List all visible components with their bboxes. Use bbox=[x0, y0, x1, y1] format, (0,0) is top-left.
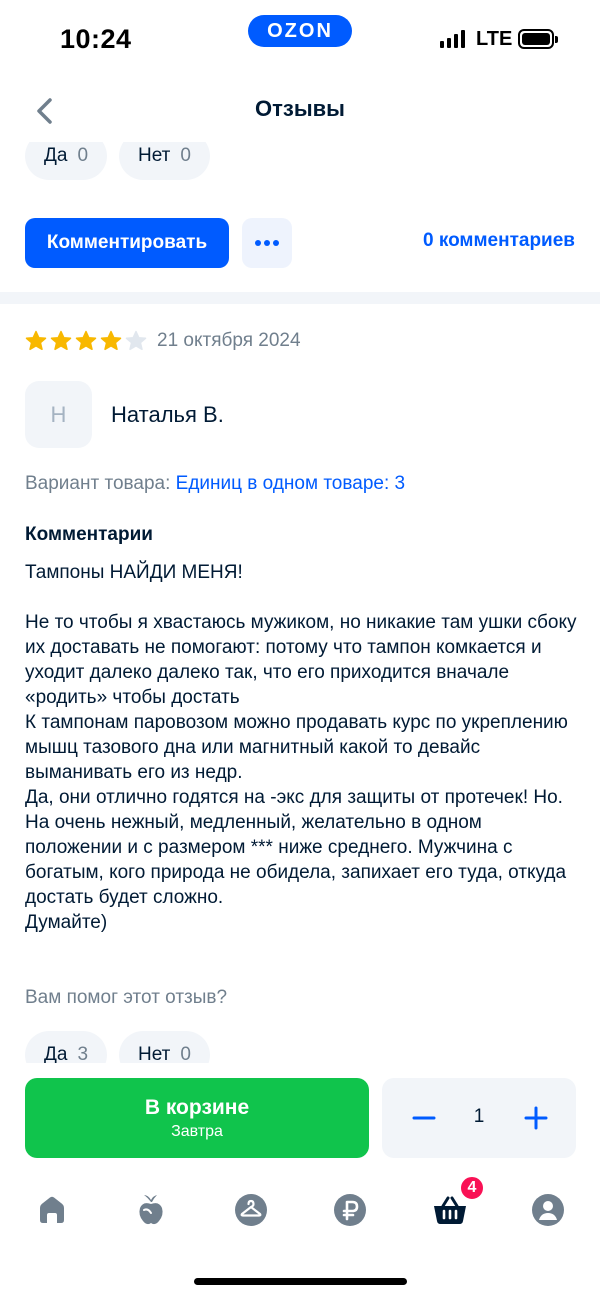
comment-button[interactable]: Комментировать bbox=[25, 218, 229, 268]
cart-icon bbox=[434, 1196, 466, 1224]
review-text: Тампоны НАЙДИ МЕНЯ! Не то чтобы я хваста… bbox=[25, 562, 577, 933]
star-filled-icon bbox=[100, 330, 122, 351]
status-time: 10:24 bbox=[60, 24, 132, 54]
star-empty-icon bbox=[125, 330, 147, 351]
review-rating-row: 21 октября 2024 bbox=[25, 330, 301, 352]
vote-yes-count: 0 bbox=[77, 145, 89, 166]
variant-label: Вариант товара: bbox=[25, 473, 171, 494]
more-button[interactable] bbox=[242, 218, 292, 268]
cart-badge: 4 bbox=[459, 1175, 485, 1201]
author-name: Наталья В. bbox=[111, 401, 224, 427]
comments-heading: Комментарии bbox=[25, 524, 153, 545]
in-cart-label: В корзине bbox=[144, 1095, 250, 1119]
buy-bar: В корзине Завтра 1 bbox=[0, 1063, 600, 1297]
vote-no-count: 0 bbox=[180, 145, 191, 166]
delivery-label: Завтра bbox=[171, 1122, 223, 1140]
star-filled-icon bbox=[25, 330, 47, 351]
vote-yes-label: Да bbox=[44, 145, 68, 166]
comments-count-link[interactable]: 0 комментариев bbox=[423, 230, 575, 252]
fresh-icon bbox=[139, 1195, 163, 1225]
review-date: 21 октября 2024 bbox=[157, 330, 301, 351]
status-bar: 10:24 OZON LTE bbox=[0, 0, 600, 80]
in-cart-button[interactable]: В корзине Завтра bbox=[25, 1078, 369, 1158]
page-title: Отзывы bbox=[255, 96, 345, 121]
network-type: LTE bbox=[476, 28, 513, 50]
star-filled-icon bbox=[50, 330, 72, 351]
helpful-question: Вам помог этот отзыв? bbox=[25, 987, 228, 1008]
tab-home[interactable] bbox=[27, 1185, 77, 1235]
review-author: Н Наталья В. bbox=[25, 381, 224, 448]
avatar: Н bbox=[25, 381, 92, 448]
star-filled-icon bbox=[75, 330, 97, 351]
more-dots-icon bbox=[255, 240, 279, 246]
header-mask bbox=[0, 126, 600, 142]
home-icon bbox=[40, 1196, 64, 1223]
product-variant: Вариант товара: Единиц в одном товаре: 3 bbox=[25, 473, 405, 495]
vote-no-label: Нет bbox=[138, 145, 171, 166]
signal-icon bbox=[440, 30, 465, 48]
ozon-logo: OZON bbox=[248, 15, 352, 47]
tab-finance[interactable] bbox=[325, 1185, 375, 1235]
tab-bar bbox=[0, 1185, 600, 1235]
clothes-hanger-icon bbox=[235, 1194, 267, 1226]
section-divider bbox=[0, 292, 600, 304]
review-actions: Комментировать 0 комментариев bbox=[25, 218, 575, 268]
increase-button[interactable] bbox=[518, 1098, 554, 1138]
battery-icon bbox=[518, 29, 558, 49]
plus-icon bbox=[524, 1106, 548, 1130]
tab-fresh[interactable] bbox=[126, 1185, 176, 1235]
variant-value[interactable]: Единиц в одном товаре: 3 bbox=[176, 473, 405, 494]
ruble-icon bbox=[334, 1194, 366, 1226]
tab-clothes[interactable] bbox=[226, 1185, 276, 1235]
star-rating bbox=[25, 330, 147, 352]
profile-icon bbox=[532, 1194, 564, 1226]
tab-profile[interactable] bbox=[523, 1185, 573, 1235]
home-indicator[interactable] bbox=[194, 1278, 407, 1285]
quantity-stepper: 1 bbox=[382, 1078, 576, 1158]
